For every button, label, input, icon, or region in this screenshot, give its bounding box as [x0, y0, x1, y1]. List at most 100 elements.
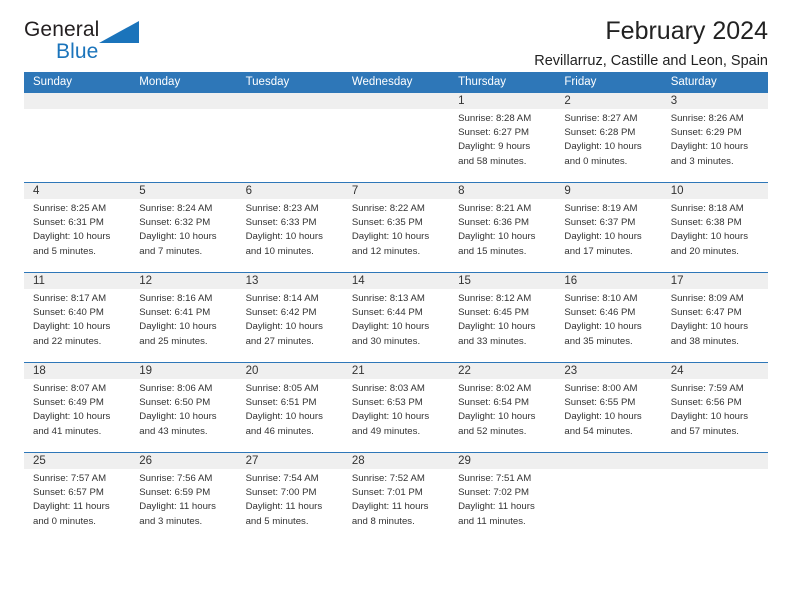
day-number: 7 [342, 183, 450, 199]
sunset-text: Sunset: 6:37 PM [564, 217, 636, 229]
daylight-text-line1: Daylight: 10 hours [458, 411, 536, 423]
daylight-text-line2: and 7 minutes. [139, 245, 203, 257]
day-sun-info: Sunrise: 7:57 AM Sunset: 6:57 PM Daylight:… [24, 469, 130, 529]
day-number: 15 [449, 273, 556, 289]
daylight-text-line1: Daylight: 10 hours [564, 321, 642, 333]
sunrise-text: Sunrise: 7:59 AM [670, 383, 744, 394]
day-number: 2 [555, 93, 662, 109]
day-cell[interactable]: 27 Sunrise: 7:54 AM Sunset: 7:00 PM Dayligh… [236, 453, 343, 542]
day-number: 6 [236, 183, 343, 199]
day-cell[interactable]: 9 Sunrise: 8:19 AM Sunset: 6:37 PM Daylight… [555, 183, 662, 272]
daylight-text-line2: and 41 minutes. [33, 425, 102, 437]
day-sun-info: Sunrise: 8:19 AM Sunset: 6:37 PM Daylight:… [555, 199, 661, 259]
day-cell[interactable]: 18 Sunrise: 8:07 AM Sunset: 6:49 PM Dayligh… [24, 363, 131, 452]
day-cell-empty [130, 93, 237, 182]
day-number: 26 [130, 453, 237, 469]
daylight-text-line2: and 35 minutes. [564, 335, 633, 347]
day-sun-info: Sunrise: 8:16 AM Sunset: 6:41 PM Daylight:… [130, 289, 236, 349]
day-cell[interactable]: 1 Sunrise: 8:28 AM Sunset: 6:27 PM Daylight… [449, 93, 556, 182]
day-number: 9 [555, 183, 662, 199]
daylight-text-line1: Daylight: 10 hours [670, 141, 749, 153]
day-cell[interactable]: 3 Sunrise: 8:26 AM Sunset: 6:29 PM Daylight… [661, 93, 768, 182]
day-cell[interactable]: 16 Sunrise: 8:10 AM Sunset: 6:46 PM Dayligh… [555, 273, 662, 362]
daylight-text-line2: and 58 minutes. [458, 155, 527, 167]
day-cell[interactable]: 10 Sunrise: 8:18 AM Sunset: 6:38 PM Dayligh… [661, 183, 768, 272]
sunset-text: Sunset: 6:56 PM [670, 397, 742, 409]
day-cell[interactable]: 11 Sunrise: 8:17 AM Sunset: 6:40 PM Dayligh… [24, 273, 131, 362]
sunrise-text: Sunrise: 8:05 AM [245, 383, 319, 394]
daylight-text-line2: and 38 minutes. [670, 335, 739, 347]
day-sun-info: Sunrise: 8:02 AM Sunset: 6:54 PM Daylight:… [449, 379, 555, 439]
daylight-text-line1: Daylight: 11 hours [351, 501, 429, 513]
sunrise-text: Sunrise: 8:22 AM [351, 203, 425, 214]
day-cell[interactable]: 19 Sunrise: 8:06 AM Sunset: 6:50 PM Dayligh… [130, 363, 237, 452]
daylight-text-line2: and 30 minutes. [351, 335, 421, 347]
sunset-text: Sunset: 6:31 PM [33, 217, 104, 229]
day-cell[interactable]: 28 Sunrise: 7:52 AM Sunset: 7:01 PM Dayligh… [342, 453, 450, 542]
day-sun-info: Sunrise: 7:51 AM Sunset: 7:02 PM Daylight:… [449, 469, 555, 529]
day-sun-info: Sunrise: 7:54 AM Sunset: 7:00 PM Daylight:… [237, 469, 343, 529]
sunset-text: Sunset: 6:42 PM [245, 307, 317, 319]
day-number: 11 [24, 273, 131, 289]
day-cell[interactable]: 14 Sunrise: 8:13 AM Sunset: 6:44 PM Dayligh… [342, 273, 450, 362]
sunset-text: Sunset: 6:40 PM [33, 307, 104, 319]
day-number: 10 [661, 183, 768, 199]
day-cell[interactable]: 23 Sunrise: 8:00 AM Sunset: 6:55 PM Dayligh… [555, 363, 662, 452]
day-sun-info: Sunrise: 8:28 AM Sunset: 6:27 PM Daylight:… [449, 109, 555, 169]
day-sun-info: Sunrise: 8:22 AM Sunset: 6:35 PM Daylight:… [343, 199, 449, 259]
sunrise-text: Sunrise: 8:02 AM [458, 383, 532, 394]
day-cell[interactable]: 25 Sunrise: 7:57 AM Sunset: 6:57 PM Dayligh… [24, 453, 131, 542]
sunrise-text: Sunrise: 7:54 AM [245, 473, 319, 484]
sunset-text: Sunset: 6:41 PM [139, 307, 211, 319]
sunset-text: Sunset: 6:45 PM [458, 307, 530, 319]
day-cell[interactable]: 15 Sunrise: 8:12 AM Sunset: 6:45 PM Dayligh… [449, 273, 556, 362]
sunrise-text: Sunrise: 8:14 AM [245, 293, 319, 304]
daylight-text-line1: Daylight: 10 hours [458, 321, 536, 333]
daylight-text-line2: and 54 minutes. [564, 425, 633, 437]
sunset-text: Sunset: 7:00 PM [245, 487, 317, 499]
day-cell[interactable]: 13 Sunrise: 8:14 AM Sunset: 6:42 PM Dayligh… [236, 273, 343, 362]
sunrise-text: Sunrise: 7:56 AM [139, 473, 213, 484]
daylight-text-line1: Daylight: 10 hours [670, 231, 749, 243]
daylight-text-line1: Daylight: 11 hours [458, 501, 535, 513]
sunset-text: Sunset: 6:35 PM [351, 217, 423, 229]
day-cell[interactable]: 22 Sunrise: 8:02 AM Sunset: 6:54 PM Dayligh… [449, 363, 556, 452]
day-cell[interactable]: 5 Sunrise: 8:24 AM Sunset: 6:32 PM Daylight… [130, 183, 237, 272]
daylight-text-line2: and 12 minutes. [351, 245, 421, 257]
day-cell[interactable]: 29 Sunrise: 7:51 AM Sunset: 7:02 PM Dayligh… [449, 453, 556, 542]
daylight-text-line1: Daylight: 10 hours [564, 231, 642, 243]
sunset-text: Sunset: 6:57 PM [33, 487, 104, 499]
sunset-text: Sunset: 6:53 PM [351, 397, 423, 409]
day-cell[interactable]: 4 Sunrise: 8:25 AM Sunset: 6:31 PM Daylight… [24, 183, 131, 272]
day-cell[interactable]: 21 Sunrise: 8:03 AM Sunset: 6:53 PM Dayligh… [342, 363, 450, 452]
day-cell[interactable]: 12 Sunrise: 8:16 AM Sunset: 6:41 PM Dayligh… [130, 273, 237, 362]
day-cell[interactable]: 6 Sunrise: 8:23 AM Sunset: 6:33 PM Daylight… [236, 183, 343, 272]
day-cell[interactable]: 2 Sunrise: 8:27 AM Sunset: 6:28 PM Daylight… [555, 93, 662, 182]
day-number: 12 [130, 273, 237, 289]
weekday-header-saturday: Saturday [670, 76, 717, 88]
day-cell[interactable]: 20 Sunrise: 8:05 AM Sunset: 6:51 PM Dayligh… [236, 363, 343, 452]
brand-name-general: General [24, 18, 100, 41]
day-number: 3 [661, 93, 768, 109]
weekday-header-sunday: Sunday [33, 76, 73, 88]
daylight-text-line2: and 20 minutes. [670, 245, 739, 257]
brand-logo[interactable]: General Blue [24, 14, 142, 63]
day-cell[interactable]: 17 Sunrise: 8:09 AM Sunset: 6:47 PM Dayligh… [661, 273, 768, 362]
day-number: 18 [24, 363, 131, 379]
day-sun-info: Sunrise: 8:18 AM Sunset: 6:38 PM Daylight:… [662, 199, 768, 259]
day-sun-info: Sunrise: 8:17 AM Sunset: 6:40 PM Daylight:… [24, 289, 130, 349]
day-cell[interactable]: 24 Sunrise: 7:59 AM Sunset: 6:56 PM Dayligh… [661, 363, 768, 452]
sunset-text: Sunset: 7:01 PM [351, 487, 423, 499]
day-cell[interactable]: 7 Sunrise: 8:22 AM Sunset: 6:35 PM Daylight… [342, 183, 450, 272]
day-sun-info: Sunrise: 8:12 AM Sunset: 6:45 PM Daylight:… [449, 289, 555, 349]
day-number: 24 [661, 363, 768, 379]
day-cell[interactable]: 8 Sunrise: 8:21 AM Sunset: 6:36 PM Daylight… [449, 183, 556, 272]
calendar-week-row: 18 Sunrise: 8:07 AM Sunset: 6:49 PM Dayligh… [24, 362, 768, 452]
daylight-text-line1: Daylight: 10 hours [139, 411, 217, 423]
sunset-text: Sunset: 6:36 PM [458, 217, 530, 229]
day-cell[interactable]: 26 Sunrise: 7:56 AM Sunset: 6:59 PM Dayligh… [130, 453, 237, 542]
sunrise-text: Sunrise: 8:19 AM [564, 203, 638, 214]
day-sun-info: Sunrise: 8:09 AM Sunset: 6:47 PM Daylight:… [662, 289, 768, 349]
sunset-text: Sunset: 6:51 PM [245, 397, 317, 409]
day-number: 5 [130, 183, 237, 199]
